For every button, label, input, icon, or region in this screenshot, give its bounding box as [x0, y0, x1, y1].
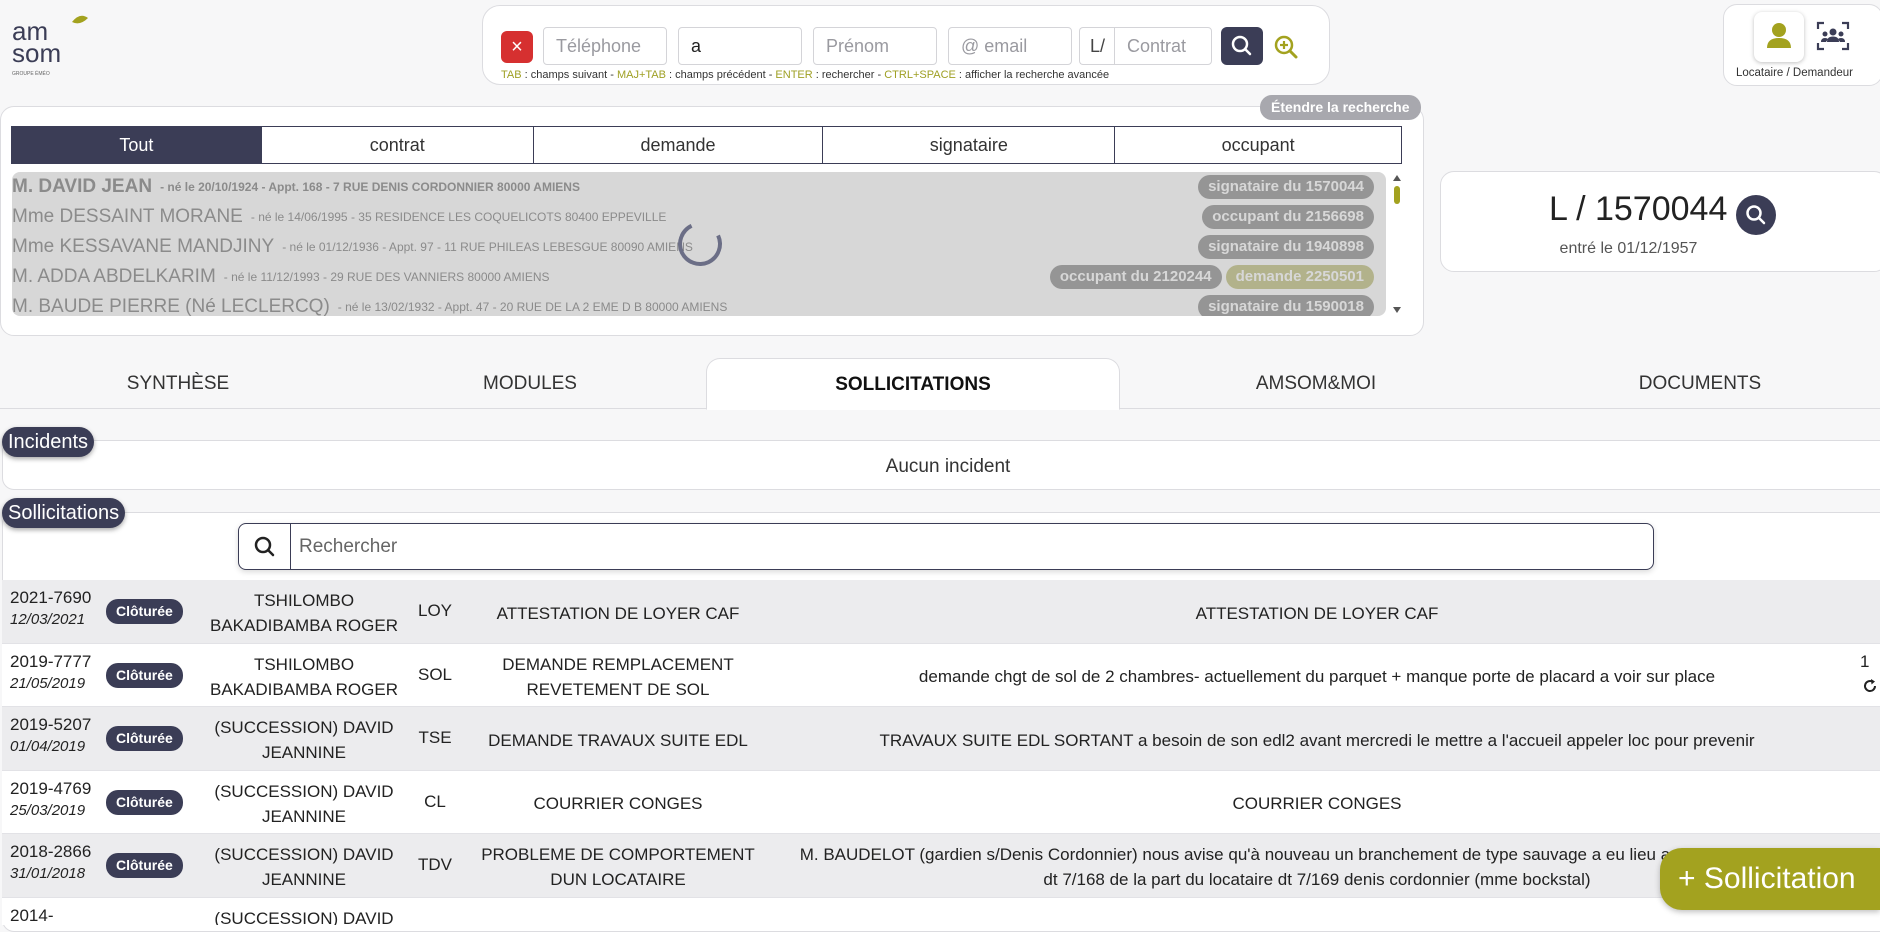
table-row[interactable]: 2019-5207 01/04/2019 Clôturée (SUCCESSION…: [2, 707, 1880, 771]
requester-name: (SUCCESSION) DAVID JEANNINE: [214, 718, 394, 762]
request-code: CL: [424, 791, 446, 811]
refresh-icon[interactable]: [1862, 678, 1878, 694]
filter-demande[interactable]: demande: [532, 126, 824, 164]
advanced-search-button[interactable]: [1273, 34, 1299, 60]
firstname-input[interactable]: [813, 27, 937, 65]
quick-search-bar: × L/ TAB : champs suivant - MAJ+TAB : ch…: [482, 5, 1330, 85]
clear-search-button[interactable]: ×: [501, 31, 533, 63]
no-incident-text: Aucun incident: [885, 456, 1011, 477]
table-row[interactable]: 2021-7690 12/03/2021 Clôturée TSHILOMBO B…: [2, 580, 1880, 644]
requester-name: (SUCCESSION) DAVID: [214, 908, 394, 926]
requester-name: TSHILOMBO BAKADIBAMBA ROGER: [210, 654, 398, 699]
relaunch-count: 1: [1860, 651, 1870, 671]
contract-input[interactable]: [1114, 27, 1212, 65]
request-ref: 2014-: [10, 905, 54, 925]
table-row[interactable]: 2019-7777 21/05/2019 Clôturée TSHILOMBO B…: [2, 643, 1880, 707]
phone-input[interactable]: [543, 27, 667, 65]
email-input[interactable]: [948, 27, 1072, 65]
status-badge: Clôturée: [106, 726, 183, 751]
status-badge: Clôturée: [106, 662, 183, 688]
keyboard-hint: TAB : champs suivant - MAJ+TAB : champs …: [501, 69, 1110, 81]
contract-prefix: L/: [1079, 27, 1115, 65]
search-button[interactable]: [1221, 27, 1263, 65]
request-ref: 2019-7777: [10, 651, 92, 671]
tenant-mode-button[interactable]: [1754, 12, 1804, 62]
extend-search-button[interactable]: Étendre la recherche: [1260, 95, 1421, 120]
request-code: TDV: [418, 855, 452, 874]
request-date: 01/04/2019: [10, 738, 86, 755]
request-object: PROBLEME DE COMPORTEMENT DUN LOCATAIRE: [481, 845, 755, 889]
request-description: ATTESTATION DE LOYER CAF: [1195, 603, 1439, 623]
request-description: demande chgt de sol de 2 chambres- actue…: [918, 667, 1716, 686]
amsom-logo: am som GROUPE ÉMÉO: [10, 12, 95, 80]
request-object: ATTESTATION DE LOYER CAF: [496, 603, 740, 623]
tab-amsom-moi[interactable]: AMSOM&MOI: [1196, 358, 1436, 410]
table-row[interactable]: 2019-4769 25/03/2019 Clôturée (SUCCESSION…: [2, 770, 1880, 834]
table-row[interactable]: 2018-2866 31/01/2018 Clôturée (SUCCESSION…: [2, 834, 1880, 898]
request-ref: 2019-5207: [10, 715, 92, 734]
incidents-panel: Aucun incident: [2, 440, 1880, 490]
sollicitations-label: Sollicitations: [2, 498, 126, 528]
sollicitations-search: [238, 523, 1654, 570]
status-badge: Clôturée: [106, 789, 183, 815]
status-badge: Clôturée: [106, 599, 183, 624]
request-object: DEMANDE TRAVAUX SUITE EDL: [488, 730, 748, 750]
add-sollicitation-label: Sollicitation: [1703, 862, 1856, 895]
search-icon[interactable]: [239, 524, 291, 569]
logo-subtitle: GROUPE ÉMÉO: [12, 70, 50, 77]
requester-name: TSHILOMBO BAKADIBAMBA ROGER: [210, 591, 398, 635]
request-description: COURRIER CONGES: [1232, 794, 1402, 813]
requester-name: (SUCCESSION) DAVID JEANNINE: [214, 781, 394, 826]
filter-signataire[interactable]: signataire: [822, 126, 1116, 164]
logo-text-som: som: [12, 38, 61, 68]
tab-sollicitations[interactable]: SOLLICITATIONS: [706, 358, 1120, 410]
request-description: TRAVAUX SUITE EDL SORTANT a besoin de so…: [879, 730, 1755, 750]
table-row[interactable]: 2014- (SUCCESSION) DAVID: [2, 897, 1880, 926]
search-icon: [1231, 35, 1252, 56]
name-input[interactable]: [678, 27, 802, 65]
requester-name: (SUCCESSION) DAVID JEANNINE: [214, 845, 394, 889]
user-mode-panel: Locataire / Demandeur: [1723, 4, 1880, 86]
contract-number: L / 1570044: [1549, 190, 1728, 228]
contract-entry-date: entré le 01/12/1957: [1559, 240, 1698, 257]
request-code: SOL: [417, 664, 453, 684]
request-ref: 2018-2866: [10, 842, 92, 861]
sollicitations-search-input[interactable]: [299, 530, 1639, 563]
tab-synthese[interactable]: SYNTHÈSE: [58, 358, 298, 410]
contract-card: L / 1570044 entré le 01/12/1957: [1440, 171, 1880, 272]
contract-search-button[interactable]: [1736, 195, 1776, 235]
search-icon: [1746, 205, 1766, 225]
add-sollicitation-button[interactable]: + Sollicitation: [1660, 848, 1880, 910]
person-icon: [1767, 23, 1791, 48]
filter-occupant[interactable]: occupant: [1114, 126, 1403, 164]
request-date: 31/01/2018: [10, 865, 86, 882]
incidents-label: Incidents: [2, 427, 95, 457]
tab-documents[interactable]: DOCUMENTS: [1580, 358, 1820, 410]
request-date: 21/05/2019: [10, 674, 86, 692]
request-code: TSE: [418, 728, 452, 747]
request-object: COURRIER CONGES: [533, 794, 703, 813]
zoom-plus-icon: [1274, 35, 1298, 59]
sollicitations-table: 2021-7690 12/03/2021 Clôturée TSHILOMBO B…: [2, 580, 1880, 925]
filter-contrat[interactable]: contrat: [260, 126, 534, 164]
results-scrollbar[interactable]: [1390, 172, 1404, 316]
request-ref: 2021-7690: [10, 588, 92, 607]
group-scan-icon[interactable]: [1816, 21, 1850, 51]
tab-modules[interactable]: MODULES: [410, 358, 650, 410]
request-date: 12/03/2021: [10, 611, 86, 628]
request-date: 25/03/2019: [10, 801, 86, 819]
result-filter-tabs: Tout contrat demande signataire occupant: [11, 126, 1403, 164]
filter-all[interactable]: Tout: [11, 126, 262, 164]
plus-icon: +: [1678, 862, 1696, 895]
request-object: DEMANDE REMPLACEMENT REVETEMENT DE SOL: [502, 654, 734, 699]
user-mode-label: Locataire / Demandeur: [1736, 67, 1853, 79]
status-badge: Clôturée: [106, 853, 183, 878]
request-ref: 2019-4769: [10, 778, 92, 798]
request-code: LOY: [417, 601, 453, 620]
